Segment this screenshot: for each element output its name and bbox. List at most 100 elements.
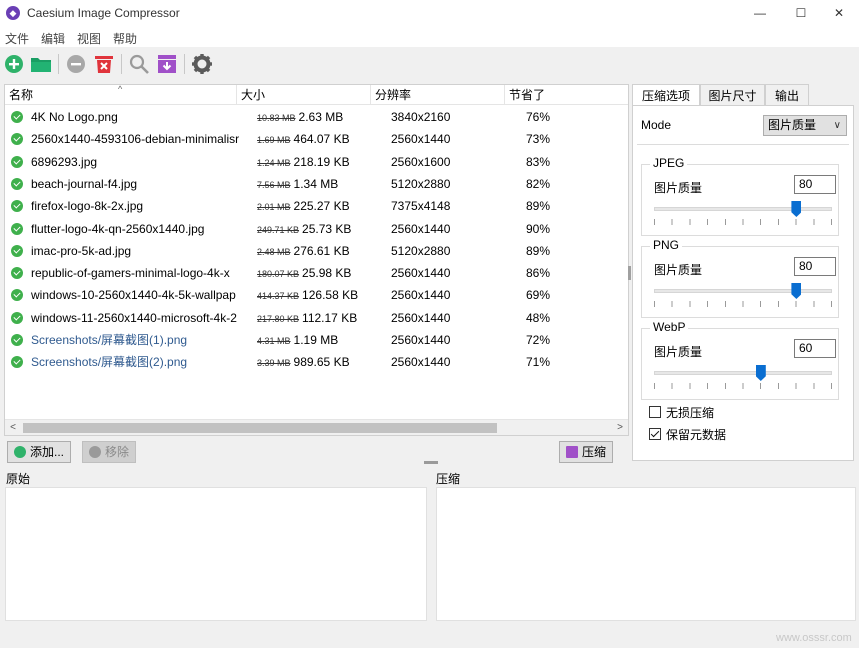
- file-saved: 89%: [526, 243, 551, 258]
- file-resolution: 2560x1600: [391, 154, 451, 169]
- original-size: 7.56 MB: [257, 179, 291, 190]
- menu-help[interactable]: 帮助: [113, 30, 137, 47]
- add-button-label: 添加...: [30, 445, 65, 459]
- original-size: 10.83 MB: [257, 113, 296, 123]
- options-tabs: 压缩选项 图片尺寸 输出: [632, 84, 854, 107]
- file-name: republic-of-gamers-minimal-logo-4k-x: [31, 266, 230, 281]
- original-size: 217.80 KB: [257, 313, 300, 324]
- status-ok-icon: [11, 177, 23, 190]
- tab-image-size[interactable]: 图片尺寸: [700, 84, 765, 106]
- table-row[interactable]: Screenshots/屏幕截图(1).png 4.31 MB 1.19 MB 256…: [5, 329, 628, 351]
- compressed-size: 126.58 KB: [302, 288, 359, 303]
- png-quality-input[interactable]: 80: [794, 257, 836, 276]
- original-size: 414.37 KB: [257, 291, 300, 302]
- compressed-size: 25.98 KB: [302, 266, 352, 281]
- slider-ticks: [654, 383, 832, 389]
- remove-icon[interactable]: [65, 53, 87, 75]
- table-row[interactable]: windows-11-2560x1440-microsoft-4k-2 217.8…: [5, 307, 628, 329]
- table-row[interactable]: 6896293.jpg 1.24 MB 218.19 KB 2560x1600 83%: [5, 151, 628, 173]
- scrollbar-thumb[interactable]: [23, 423, 497, 433]
- webp-group: WebP 图片质量 60: [641, 320, 839, 400]
- table-row[interactable]: imac-pro-5k-ad.jpg 2.48 MB 276.61 KB 5120x2…: [5, 240, 628, 262]
- watermark: www.osssr.com: [776, 632, 852, 644]
- compress-button[interactable]: 压缩: [559, 441, 614, 463]
- column-resolution[interactable]: 分辨率: [371, 85, 505, 105]
- table-row[interactable]: republic-of-gamers-minimal-logo-4k-x 180.…: [5, 262, 628, 284]
- table-row[interactable]: flutter-logo-4k-qn-2560x1440.jpg 249.71 K…: [5, 218, 628, 240]
- mode-select[interactable]: 图片质量 ∨: [763, 115, 847, 136]
- webp-quality-slider-handle[interactable]: [755, 365, 766, 381]
- table-row[interactable]: windows-10-2560x1440-4k-5k-wallpap 414.37…: [5, 284, 628, 306]
- png-quality-label: 图片质量: [654, 263, 703, 277]
- original-size: 2.01 MB: [257, 202, 291, 213]
- webp-quality-input[interactable]: 60: [794, 339, 836, 358]
- file-saved: 90%: [526, 221, 551, 236]
- jpeg-quality-slider[interactable]: [654, 207, 832, 211]
- status-ok-icon: [11, 133, 23, 146]
- close-button[interactable]: ✕: [819, 0, 859, 27]
- webp-quality-slider[interactable]: [654, 371, 832, 375]
- table-row[interactable]: 4K No Logo.png 10.83 MB 2.63 MB 3840x2160 76…: [5, 106, 628, 128]
- original-size: 1.24 MB: [257, 157, 291, 168]
- webp-quality-label: 图片质量: [654, 345, 703, 359]
- add-button[interactable]: 添加...: [7, 441, 72, 463]
- original-size: 2.48 MB: [257, 246, 291, 257]
- table-row[interactable]: firefox-logo-8k-2x.jpg 2.01 MB 225.27 KB 73…: [5, 195, 628, 217]
- preview-icon[interactable]: [128, 53, 150, 75]
- toolbar-separator: [184, 54, 185, 74]
- horizontal-scrollbar[interactable]: < >: [5, 419, 628, 435]
- file-name: 6896293.jpg: [31, 154, 98, 169]
- vertical-splitter-handle[interactable]: [628, 266, 631, 280]
- file-name: windows-11-2560x1440-microsoft-4k-2: [31, 310, 237, 325]
- menu-bar: 文件 编辑 视图 帮助: [0, 27, 859, 47]
- slider-ticks: [654, 219, 832, 225]
- column-saved[interactable]: 节省了: [505, 85, 628, 105]
- tab-compression-options[interactable]: 压缩选项: [632, 84, 700, 107]
- jpeg-group-title: JPEG: [650, 156, 688, 170]
- status-ok-icon: [11, 111, 23, 123]
- caesium-logo-icon: ◆: [6, 6, 20, 20]
- file-saved: 76%: [526, 110, 551, 124]
- table-row[interactable]: 2560x1440-4593106-debian-minimalisr 1.69 …: [5, 128, 628, 150]
- file-size: 180.07 KB 25.98 KB: [257, 262, 377, 284]
- jpeg-quality-input[interactable]: 80: [794, 175, 836, 194]
- file-list[interactable]: 名称 ^ 大小 分辨率 节省了 4K No Logo.png 10.83 MB 2.…: [4, 84, 629, 436]
- png-quality-slider[interactable]: [654, 289, 832, 293]
- original-preview: [5, 487, 427, 621]
- file-size: 7.56 MB 1.34 MB: [257, 173, 377, 195]
- tab-output[interactable]: 输出: [765, 84, 809, 106]
- column-size[interactable]: 大小: [237, 85, 371, 105]
- menu-edit[interactable]: 编辑: [41, 30, 65, 47]
- file-resolution: 2560x1440: [391, 132, 451, 147]
- table-row[interactable]: beach-journal-f4.jpg 7.56 MB 1.34 MB 5120x2…: [5, 173, 628, 195]
- webp-group-title: WebP: [650, 320, 689, 334]
- menu-file[interactable]: 文件: [5, 30, 29, 47]
- clear-list-icon[interactable]: [93, 53, 115, 75]
- file-saved: 72%: [526, 333, 551, 347]
- menu-view[interactable]: 视图: [77, 30, 101, 47]
- file-saved: 89%: [526, 199, 551, 214]
- png-group: PNG 图片质量 80: [641, 238, 839, 318]
- table-row[interactable]: Screenshots/屏幕截图(2).png 3.39 MB 989.65 KB 2…: [5, 351, 628, 373]
- file-size: 2.48 MB 276.61 KB: [257, 240, 377, 262]
- remove-button[interactable]: 移除: [82, 441, 137, 463]
- jpeg-quality-slider-handle[interactable]: [791, 201, 802, 217]
- png-quality-slider-handle[interactable]: [791, 283, 802, 299]
- maximize-button[interactable]: ☐: [778, 0, 824, 27]
- settings-icon[interactable]: [191, 53, 213, 75]
- scroll-left-icon[interactable]: <: [5, 420, 21, 435]
- file-resolution: 2560x1440: [391, 310, 451, 325]
- open-folder-icon[interactable]: [30, 53, 52, 75]
- compress-button-label: 压缩: [582, 445, 607, 459]
- scroll-right-icon[interactable]: >: [612, 420, 628, 435]
- minimize-button[interactable]: —: [737, 0, 783, 27]
- file-size: 1.24 MB 218.19 KB: [257, 151, 377, 173]
- add-icon[interactable]: [3, 53, 25, 75]
- toolbar-separator: [58, 54, 59, 74]
- file-resolution: 3840x2160: [391, 110, 451, 124]
- remove-button-label: 移除: [105, 445, 130, 459]
- lossless-checkbox[interactable]: [649, 406, 661, 418]
- horizontal-splitter-handle[interactable]: [424, 461, 438, 464]
- compress-icon[interactable]: [156, 53, 178, 75]
- keep-metadata-checkbox[interactable]: [649, 428, 661, 440]
